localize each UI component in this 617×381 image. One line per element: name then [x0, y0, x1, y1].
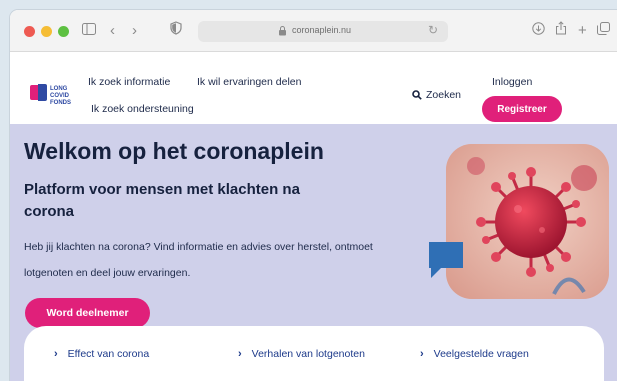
back-icon[interactable]: ‹ — [110, 21, 115, 41]
quick-link-label: Veelgestelde vragen — [433, 348, 529, 360]
chevron-right-icon: › — [420, 348, 424, 360]
search-button[interactable]: Zoeken — [412, 89, 461, 101]
quick-links-card: › Effect van corona › Verhalen van lotge… — [24, 326, 604, 381]
browser-toolbar: ‹ › coronaplein.nu ↻ + — [10, 10, 617, 52]
nav-ik-zoek-ondersteuning[interactable]: Ik zoek ondersteuning — [91, 103, 194, 115]
nav-ik-wil-ervaringen-delen[interactable]: Ik wil ervaringen delen — [197, 76, 301, 88]
privacy-shield-icon[interactable] — [170, 21, 182, 41]
new-tab-icon[interactable]: + — [578, 21, 587, 41]
minimize-window-button[interactable] — [41, 26, 52, 37]
address-url: coronaplein.nu — [292, 25, 352, 35]
forward-icon[interactable]: › — [132, 21, 137, 41]
quick-link-veelgestelde-vragen[interactable]: › Veelgestelde vragen — [420, 348, 529, 360]
logo-text: LONG COVID FONDS — [50, 86, 71, 106]
close-window-button[interactable] — [24, 26, 35, 37]
browser-window: ‹ › coronaplein.nu ↻ + LONG COVID FONDS … — [10, 10, 617, 381]
site-header: LONG COVID FONDS Ik zoek informatie Ik w… — [10, 52, 617, 124]
hero-subtitle: Platform voor mensen met klachten na cor… — [24, 181, 300, 220]
sidebar-icon[interactable] — [82, 21, 96, 41]
quick-link-effect-van-corona[interactable]: › Effect van corona — [54, 348, 149, 360]
address-bar[interactable]: coronaplein.nu ↻ — [198, 21, 448, 42]
search-icon — [412, 90, 422, 100]
quick-link-verhalen-van-lotgenoten[interactable]: › Verhalen van lotgenoten — [238, 348, 365, 360]
chevron-right-icon: › — [54, 348, 58, 360]
login-link[interactable]: Inloggen — [492, 76, 532, 88]
zoom-window-button[interactable] — [58, 26, 69, 37]
chevron-right-icon: › — [238, 348, 242, 360]
tabs-overview-icon[interactable] — [597, 21, 610, 41]
register-button[interactable]: Registreer — [482, 96, 562, 122]
hero-lead-text: Heb jij klachten na corona? Vind informa… — [24, 241, 373, 279]
hero-section: Welkom op het coronaplein Platform voor … — [10, 124, 617, 381]
long-covid-fonds-logo[interactable]: LONG COVID FONDS — [30, 84, 74, 106]
page-title: Welkom op het coronaplein — [24, 138, 324, 164]
lock-icon — [279, 26, 286, 36]
coronavirus-image — [446, 144, 609, 299]
nav-ik-zoek-informatie[interactable]: Ik zoek informatie — [88, 76, 170, 88]
speech-bubble-icon — [429, 242, 463, 278]
quick-link-label: Verhalen van lotgenoten — [251, 348, 365, 360]
share-icon[interactable] — [555, 21, 567, 41]
download-icon[interactable] — [532, 21, 545, 41]
search-label: Zoeken — [426, 89, 462, 101]
quick-link-label: Effect van corona — [67, 348, 150, 360]
word-deelnemer-button[interactable]: Word deelnemer — [25, 298, 150, 328]
reload-icon[interactable]: ↻ — [428, 23, 438, 37]
